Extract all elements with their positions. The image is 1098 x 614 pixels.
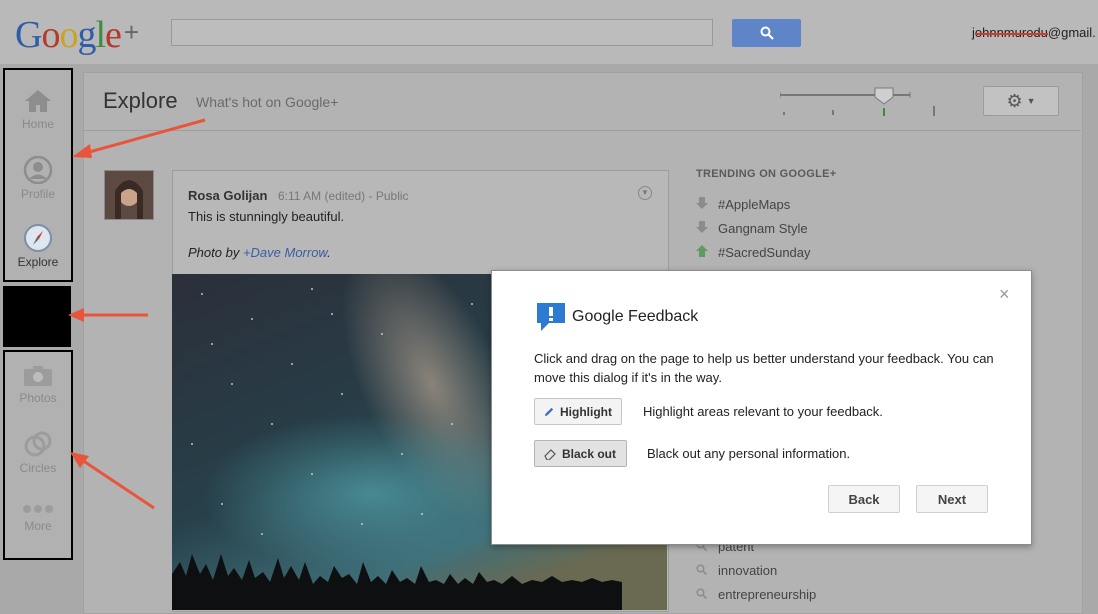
compass-icon [24,224,52,252]
search-button[interactable] [732,19,801,47]
feedback-icon [537,303,565,331]
search-icon [696,564,708,576]
nav-label-explore: Explore [17,255,59,269]
settings-button[interactable]: ⚙ ▼ [983,86,1059,116]
post-visibility[interactable]: Public [376,189,409,203]
highlight-button[interactable]: Highlight [534,398,622,425]
pencil-icon [544,407,554,416]
dialog-description: Click and drag on the page to help us be… [534,351,994,385]
annotation-arrow [68,308,148,322]
more-dots-icon [23,505,53,513]
nav-label-circles: Circles [19,461,57,475]
blackout-label: Black out [562,446,617,461]
next-button[interactable]: Next [916,485,988,513]
camera-icon [24,366,52,386]
nav-item-photos[interactable]: Photos [5,364,71,405]
chevron-down-icon: ▼ [1026,96,1036,106]
redaction-line [976,33,1048,35]
trend-up-icon [696,245,708,257]
black-out-button[interactable]: Black out [534,440,627,467]
black-out-description: Black out any personal information. [647,446,851,461]
profile-icon [23,156,53,184]
eraser-icon [544,448,556,460]
close-icon[interactable]: × [999,284,1010,305]
annotation-arrow [70,452,155,510]
nav-item-explore[interactable]: Explore [5,224,71,269]
avatar[interactable] [104,170,154,220]
nav-label-more: More [24,519,52,533]
nav-label-photos: Photos [19,391,57,405]
header-divider [83,130,1081,131]
post-options-icon[interactable]: ▼ [638,186,652,200]
gear-icon: ⚙ [1006,90,1023,111]
annotation-arrow [72,118,206,158]
trending-label: #SacredSunday [718,245,811,260]
post-credit: Photo by +Dave Morrow. [188,245,331,260]
post-time[interactable]: 6:11 AM (edited) [278,189,365,203]
search-icon [696,588,708,600]
circles-icon [24,431,52,457]
post-credit-link[interactable]: +Dave Morrow [243,245,327,260]
related-search-item[interactable]: innovation [696,563,777,578]
nav-label-profile: Profile [20,187,55,201]
related-search-item[interactable]: entrepreneurship [696,587,816,602]
post-credit-suffix: . [327,245,331,260]
trend-down-icon [696,221,708,233]
highlight-label: Highlight [560,404,612,419]
post-meta: 6:11 AM (edited) - Public [278,189,409,203]
related-search-label: innovation [718,563,778,578]
search-icon [760,26,774,40]
blacked-out-nav-item [3,286,71,347]
post-text: This is stunningly beautiful. [188,209,345,224]
trending-item[interactable]: Gangnam Style [696,221,808,236]
back-button[interactable]: Back [828,485,900,513]
related-search-label: entrepreneurship [718,587,817,602]
post-author[interactable]: Rosa Golijan [188,188,267,203]
home-icon [25,90,51,112]
left-nav-primary: Home Profile Explore [3,68,73,282]
post-credit-prefix: Photo by [188,245,243,260]
trending-item[interactable]: #SacredSunday [696,245,811,260]
trending-item[interactable]: #AppleMaps [696,197,790,212]
highlight-description: Highlight areas relevant to your feedbac… [643,404,883,419]
search-input[interactable] [171,19,713,46]
dialog-title: Google Feedback [572,308,699,325]
trending-title: TRENDING ON GOOGLE+ [696,168,837,180]
stream-volume-slider[interactable] [780,86,938,118]
google-plus-logo[interactable]: Google + [15,10,139,57]
nav-label-home: Home [21,117,54,131]
post-meta-separator: - [365,189,376,203]
trending-label: #AppleMaps [718,197,791,212]
trending-label: Gangnam Style [718,221,808,236]
trend-down-icon [696,197,708,209]
